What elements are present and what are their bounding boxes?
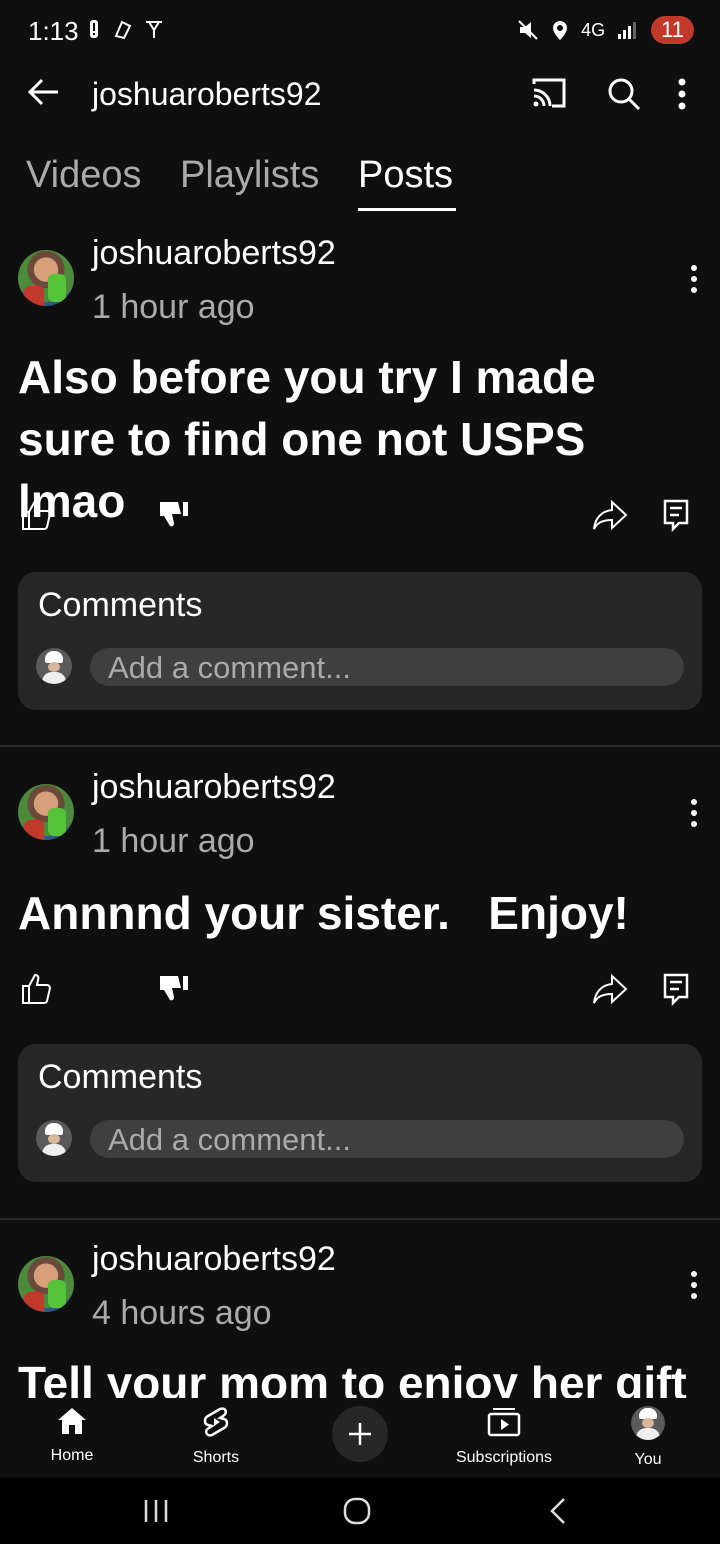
post-author[interactable]: joshuaroberts92 [92, 1240, 336, 1279]
nav-home[interactable]: Home [12, 1406, 132, 1465]
post-time: 1 hour ago [92, 822, 255, 860]
system-navigation-bar [0, 1478, 720, 1544]
profile-avatar [631, 1406, 665, 1440]
channel-tabs: Videos Playlists Posts [0, 150, 720, 214]
thumb-down-icon[interactable] [158, 972, 192, 1006]
tab-playlists[interactable]: Playlists [180, 154, 319, 197]
top-app-bar: joshuaroberts92 [0, 62, 720, 132]
comment-input[interactable]: Add a comment... [90, 1120, 684, 1158]
post-card: joshuaroberts92 4 hours ago Tell your mo… [0, 1236, 720, 1398]
post-actions [0, 972, 720, 1022]
thumb-down-icon[interactable] [158, 498, 192, 532]
home-icon [58, 1408, 86, 1434]
post-divider [0, 745, 720, 747]
back-arrow-icon[interactable] [24, 72, 64, 112]
nav-shorts[interactable]: Shorts [156, 1406, 276, 1467]
signal-icon [618, 22, 637, 39]
mute-icon [518, 20, 538, 40]
comment-placeholder: Add a comment... [108, 650, 351, 685]
post-text: Tell your mom to enjoy her gift [18, 1357, 687, 1398]
comments-section[interactable]: Comments Add a comment... [18, 572, 702, 710]
status-bar: 1:13 4G 11 [0, 0, 720, 62]
back-button-icon[interactable] [546, 1496, 570, 1526]
post-text: Annnnd your sister. Enjoy! [18, 887, 629, 939]
comment-placeholder: Add a comment... [108, 1122, 351, 1157]
thumb-up-icon[interactable] [20, 498, 54, 532]
home-button-icon[interactable] [342, 1496, 372, 1526]
nav-home-label: Home [50, 1447, 94, 1464]
more-vert-icon[interactable] [672, 74, 692, 114]
bottom-navigation: Home Shorts Subscriptions You [0, 1398, 720, 1486]
post-card: joshuaroberts92 1 hour ago Also before y… [0, 230, 720, 750]
tab-videos[interactable]: Videos [26, 154, 142, 197]
shorts-icon [203, 1407, 229, 1437]
post-divider [0, 1218, 720, 1220]
create-button[interactable] [332, 1406, 388, 1462]
channel-title: joshuaroberts92 [92, 76, 322, 112]
battery-level: 11 [651, 16, 694, 44]
post-author[interactable]: joshuaroberts92 [92, 768, 336, 807]
active-tab-indicator [358, 208, 456, 211]
search-icon[interactable] [604, 74, 644, 114]
location-icon [553, 21, 568, 40]
nav-shorts-label: Shorts [192, 1449, 240, 1466]
network-type: 4G [581, 19, 606, 40]
wifi-hotspot-icon [146, 21, 162, 38]
system-icons: 4G 11 [517, 16, 694, 44]
comments-title: Comments [38, 1058, 203, 1096]
subscriptions-icon [487, 1408, 521, 1437]
cast-icon[interactable] [530, 74, 570, 114]
thumb-up-icon[interactable] [20, 972, 54, 1006]
post-time: 1 hour ago [92, 288, 255, 326]
post-more-icon[interactable] [690, 264, 698, 294]
post-author[interactable]: joshuaroberts92 [92, 234, 336, 273]
post-more-icon[interactable] [690, 1270, 698, 1300]
comment-icon[interactable] [662, 972, 690, 1006]
user-avatar [36, 648, 72, 684]
author-avatar[interactable] [18, 250, 74, 306]
tab-posts[interactable]: Posts [358, 154, 453, 197]
post-actions [0, 498, 720, 548]
share-icon[interactable] [592, 972, 628, 1006]
plus-icon [349, 1423, 371, 1445]
post-card: joshuaroberts92 1 hour ago Annnnd your s… [0, 764, 720, 1204]
post-time: 4 hours ago [92, 1294, 272, 1332]
comment-input[interactable]: Add a comment... [90, 648, 684, 686]
recent-apps-icon[interactable] [142, 1498, 170, 1524]
user-avatar [36, 1120, 72, 1156]
author-avatar[interactable] [18, 1256, 74, 1312]
comments-title: Comments [38, 586, 203, 624]
comment-icon[interactable] [662, 498, 690, 532]
app-notification-icon [114, 20, 132, 40]
post-more-icon[interactable] [690, 798, 698, 828]
nav-you[interactable]: You [588, 1406, 708, 1469]
nav-subscriptions-label: Subscriptions [455, 1449, 553, 1466]
nav-you-label: You [634, 1451, 662, 1468]
status-time: 1:13 [28, 16, 79, 46]
share-icon[interactable] [592, 498, 628, 532]
comments-section[interactable]: Comments Add a comment... [18, 1044, 702, 1182]
alert-icon [90, 20, 98, 38]
nav-subscriptions[interactable]: Subscriptions [444, 1406, 564, 1467]
author-avatar[interactable] [18, 784, 74, 840]
notification-icons [86, 18, 164, 40]
